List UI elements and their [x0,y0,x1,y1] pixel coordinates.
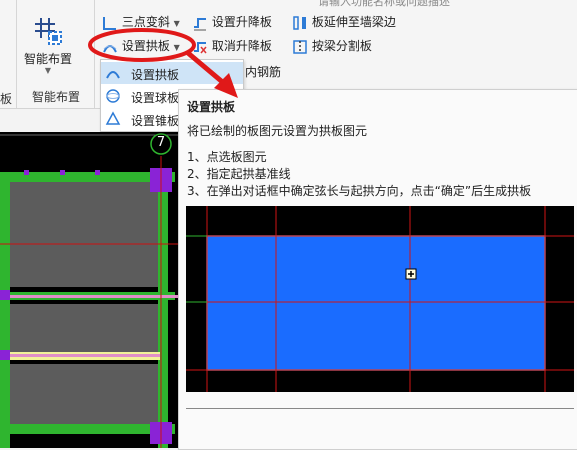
axis-bubble-label: 7 [156,135,166,150]
menu-item-label: 设置拱板 [131,68,180,82]
cancel-lift-slab-icon [194,41,207,53]
chevron-down-icon: ▼ [173,43,180,52]
column-marker [24,170,29,175]
extend-slab-icon [293,15,306,30]
three-point-slope-button[interactable]: 三点变斜 ▼ [102,13,180,31]
slab-panel[interactable] [10,182,160,287]
set-lift-slab-label: 设置升降板 [211,15,272,29]
smart-layout-label: 智能布置 [23,52,72,66]
group-caption-slab: 板 [0,92,13,106]
extend-slab-button[interactable]: 板延伸至墙梁边 [292,13,396,31]
beam[interactable] [158,172,168,448]
split-by-beam-label: 按梁分割板 [311,39,372,53]
set-lift-slab-button[interactable]: 设置升降板 [192,13,272,31]
tooltip-step: 2、指定起拱基准线 [187,167,291,181]
set-arch-slab-button[interactable]: 设置拱板 ▼ [102,37,180,55]
slab-panel[interactable] [10,304,160,354]
tooltip-step: 3、在弹出对话框中确定弦长与起拱方向，点击“确定”后生成拱板 [187,184,532,198]
set-arch-slab-label: 设置拱板 [121,39,170,53]
cancel-lift-slab-label: 取消升降板 [211,39,272,53]
inner-rebar-fragment[interactable]: 内钢筋 [245,63,281,80]
arch-slab-icon [103,44,117,52]
column-marker [60,170,65,175]
ribbon-divider [94,0,95,108]
smart-layout-button[interactable]: 智能布置 ▼ [22,12,74,78]
arch-slab-icon [105,65,121,84]
tooltip-title: 设置拱板 [187,100,236,114]
slab-blue [206,235,546,371]
menu-item-set-arch-slab[interactable]: 设置拱板 [101,62,243,84]
chevron-down-icon: ▼ [173,19,180,28]
grid-layout-icon [35,18,62,45]
slab-panel[interactable] [10,364,160,424]
menu-item-label: 设置锥板 [131,114,180,128]
menu-item-label: 设置球板 [131,91,180,105]
command-tooltip: 设置拱板 将已绘制的板图元设置为拱板图元 1、点选板图元 2、指定起拱基准线 3… [178,89,577,450]
lift-slab-icon [194,17,206,30]
split-slab-icon [293,39,307,54]
cancel-lift-slab-button[interactable]: 取消升降板 [192,37,272,55]
beam[interactable] [0,424,175,434]
tooltip-step: 1、点选板图元 [187,150,267,164]
tooltip-description: 将已绘制的板图元设置为拱板图元 [187,124,368,138]
search-hint[interactable]: 请输入功能名称或问题描述 [318,0,450,9]
column[interactable] [0,290,10,300]
beam-highlight [10,354,160,357]
extend-slab-label: 板延伸至墙梁边 [311,15,396,29]
column-marker [95,170,100,175]
tooltip-divider [186,408,574,409]
three-point-slope-label: 三点变斜 [121,15,170,29]
column[interactable] [0,350,10,360]
slope-icon [103,16,116,30]
crosshair-cursor-icon [405,268,417,280]
drawing-canvas[interactable]: 7 [0,132,180,448]
tooltip-preview-image [186,206,574,392]
cone-slab-icon [105,111,121,130]
split-by-beam-button[interactable]: 按梁分割板 [292,37,372,55]
chevron-down-icon: ▼ [44,66,52,75]
ribbon-divider [16,0,17,108]
beam-highlight [0,295,180,298]
group-caption-smart-layout: 智能布置 [32,90,81,104]
beam[interactable] [0,172,10,448]
sphere-slab-icon [105,88,121,107]
